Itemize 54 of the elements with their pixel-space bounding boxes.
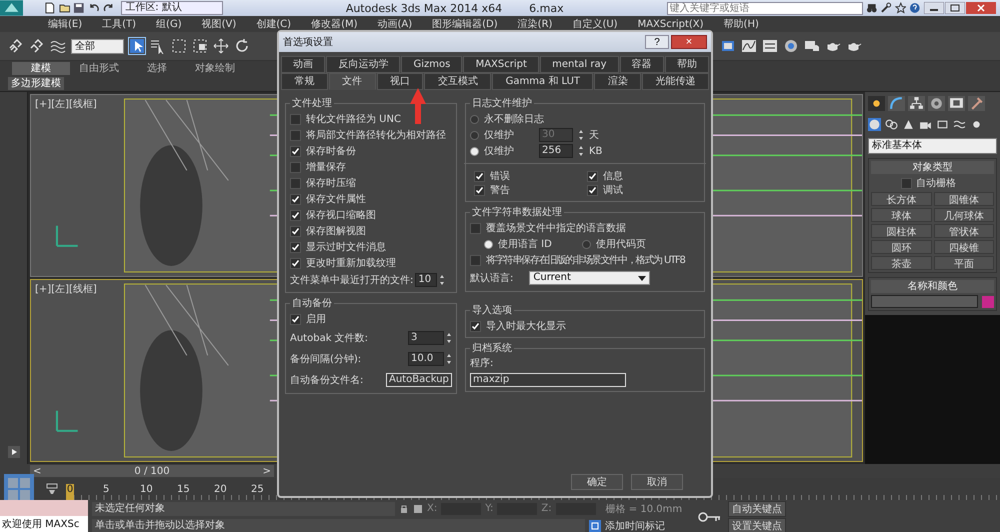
checkbox-label: 更改时重新加载纹理 [306,256,396,270]
field-label: 程序: [470,357,494,371]
coordinate-label: Y: [485,503,494,514]
field-label: Autobak 文件数: [290,332,368,344]
file-name: 6.max [529,2,564,14]
checkbox-label: 调试 [603,184,623,197]
checkbox-label: 启用 [306,312,326,326]
group-title: 文件处理 [291,96,333,110]
unit-label: 天 [589,129,599,142]
checkbox-label: 错误 [490,170,510,183]
checkbox-label: 保存文件属性 [306,192,366,206]
unit-label: KB [589,146,602,156]
radio-label: 永不删除日志 [484,112,544,126]
radio-label: 仅维护 [484,144,515,158]
group-title: 归档系统 [471,342,513,355]
checkbox-label: 自动栅格 [916,176,956,190]
checkbox-label: 保存时备份 [306,144,356,158]
checkbox-label: 将字符串保存在旧版的非场景文件中，格式为 UTF8 [486,254,685,267]
selection-status: 未选定任何对象 [92,502,395,516]
frame-tick-label: 20 [214,484,228,497]
checkbox-label: 将局部文件路径转化为相对路径 [306,128,446,142]
frame-counter: 0 / 100 [134,466,170,476]
radio-label: 仅维护 [484,128,515,142]
field-label: 默认语言: [470,272,514,285]
group-title: 导入选项 [471,304,513,317]
checkbox-label: 警告 [490,184,510,197]
grid-size-text: 栅格 = 10.0mm [606,502,682,516]
frame-tick-label: 0 [66,484,74,500]
field-label: 自动备份文件名: [290,374,364,386]
prompt-text: 单击或单击并拖动以选择对象 [92,518,585,532]
checkbox-label: 保存时压缩 [306,176,356,190]
group-title: 自动备份 [291,297,333,310]
frame-tick-label: 10 [140,484,154,497]
frame-tick-label: 15 [177,484,191,497]
frame-tick-label: 5 [103,484,110,497]
field-label: 文件菜单中最近打开的文件: [290,274,414,287]
checkbox-label: 显示过时文件消息 [306,240,386,254]
checkbox-label: 覆盖场景文件中指定的语言数据 [486,222,626,235]
radio-label: 使用代码页 [596,238,646,251]
coordinate-label: Z: [541,503,552,514]
checkbox-label: 导入时最大化显示 [486,320,566,333]
checkbox-label: 增量保存 [306,161,346,174]
checkbox-label: 保存视口缩略图 [306,208,376,222]
field-label: 备份间隔(分钟): [290,352,362,366]
dialog-title: 首选项设置 [283,36,333,49]
group-title: 文件字符串数据处理 [471,206,563,219]
checkbox-label: 保存图解视图 [306,224,366,238]
radio-label: 使用语言 ID [498,238,552,251]
group-title: 日志文件维护 [471,96,533,110]
coordinate-label: X: [427,503,438,514]
checkbox-label: 信息 [603,170,623,183]
checkbox-label: 转化文件路径为 UNC [306,112,401,126]
window-title: Autodesk 3ds Max 2014 x64 [346,2,502,14]
frame-tick-label: 25 [251,484,265,497]
